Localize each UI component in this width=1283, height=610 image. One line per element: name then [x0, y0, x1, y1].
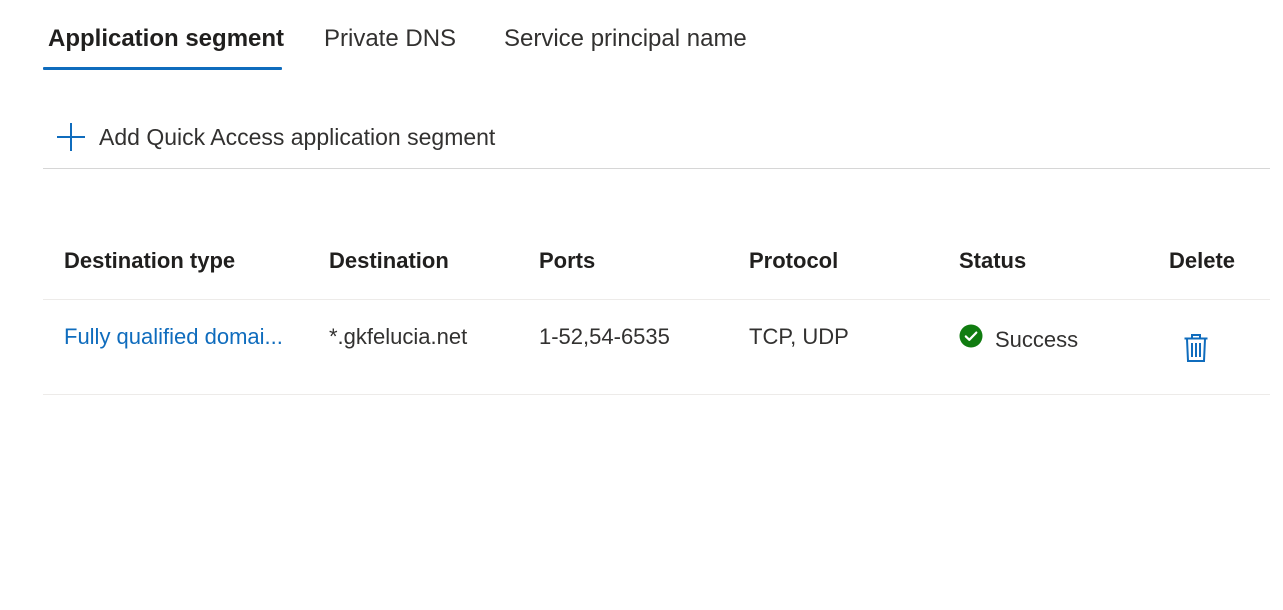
check-circle-icon	[959, 324, 983, 348]
ports-cell: 1-52,54-6535	[539, 324, 670, 349]
status-text: Success	[995, 327, 1079, 352]
tab-service-principal-name[interactable]: Service principal name	[504, 22, 747, 56]
column-header-ports[interactable]: Ports	[539, 248, 595, 274]
tab-private-dns[interactable]: Private DNS	[324, 22, 456, 56]
destination-type-link[interactable]: Fully qualified domai...	[64, 324, 283, 350]
active-tab-indicator	[43, 67, 282, 70]
plus-icon	[55, 121, 87, 153]
column-header-status[interactable]: Status	[959, 248, 1026, 274]
destination-cell: *.gkfelucia.net	[329, 324, 468, 349]
protocol-cell: TCP, UDP	[749, 324, 849, 349]
column-header-delete: Delete	[1169, 248, 1236, 273]
tab-list: Application segment Private DNS Service …	[43, 0, 1270, 72]
column-header-destination[interactable]: Destination	[329, 248, 449, 274]
segments-table: Destination type Destination Ports Proto…	[43, 226, 1270, 395]
add-button-label: Add Quick Access application segment	[99, 123, 496, 150]
table-header-row: Destination type Destination Ports Proto…	[43, 226, 1270, 300]
command-bar: Add Quick Access application segment	[43, 108, 1270, 169]
column-header-protocol[interactable]: Protocol	[749, 248, 838, 274]
trash-icon[interactable]	[1183, 333, 1209, 363]
status-cell: Success	[959, 324, 1079, 352]
table-row: Fully qualified domai... *.gkfelucia.net…	[43, 300, 1270, 395]
add-quick-access-segment-button[interactable]: Add Quick Access application segment	[55, 120, 495, 154]
column-header-destination-type[interactable]: Destination type	[64, 248, 235, 274]
tab-application-segment[interactable]: Application segment	[48, 22, 284, 56]
